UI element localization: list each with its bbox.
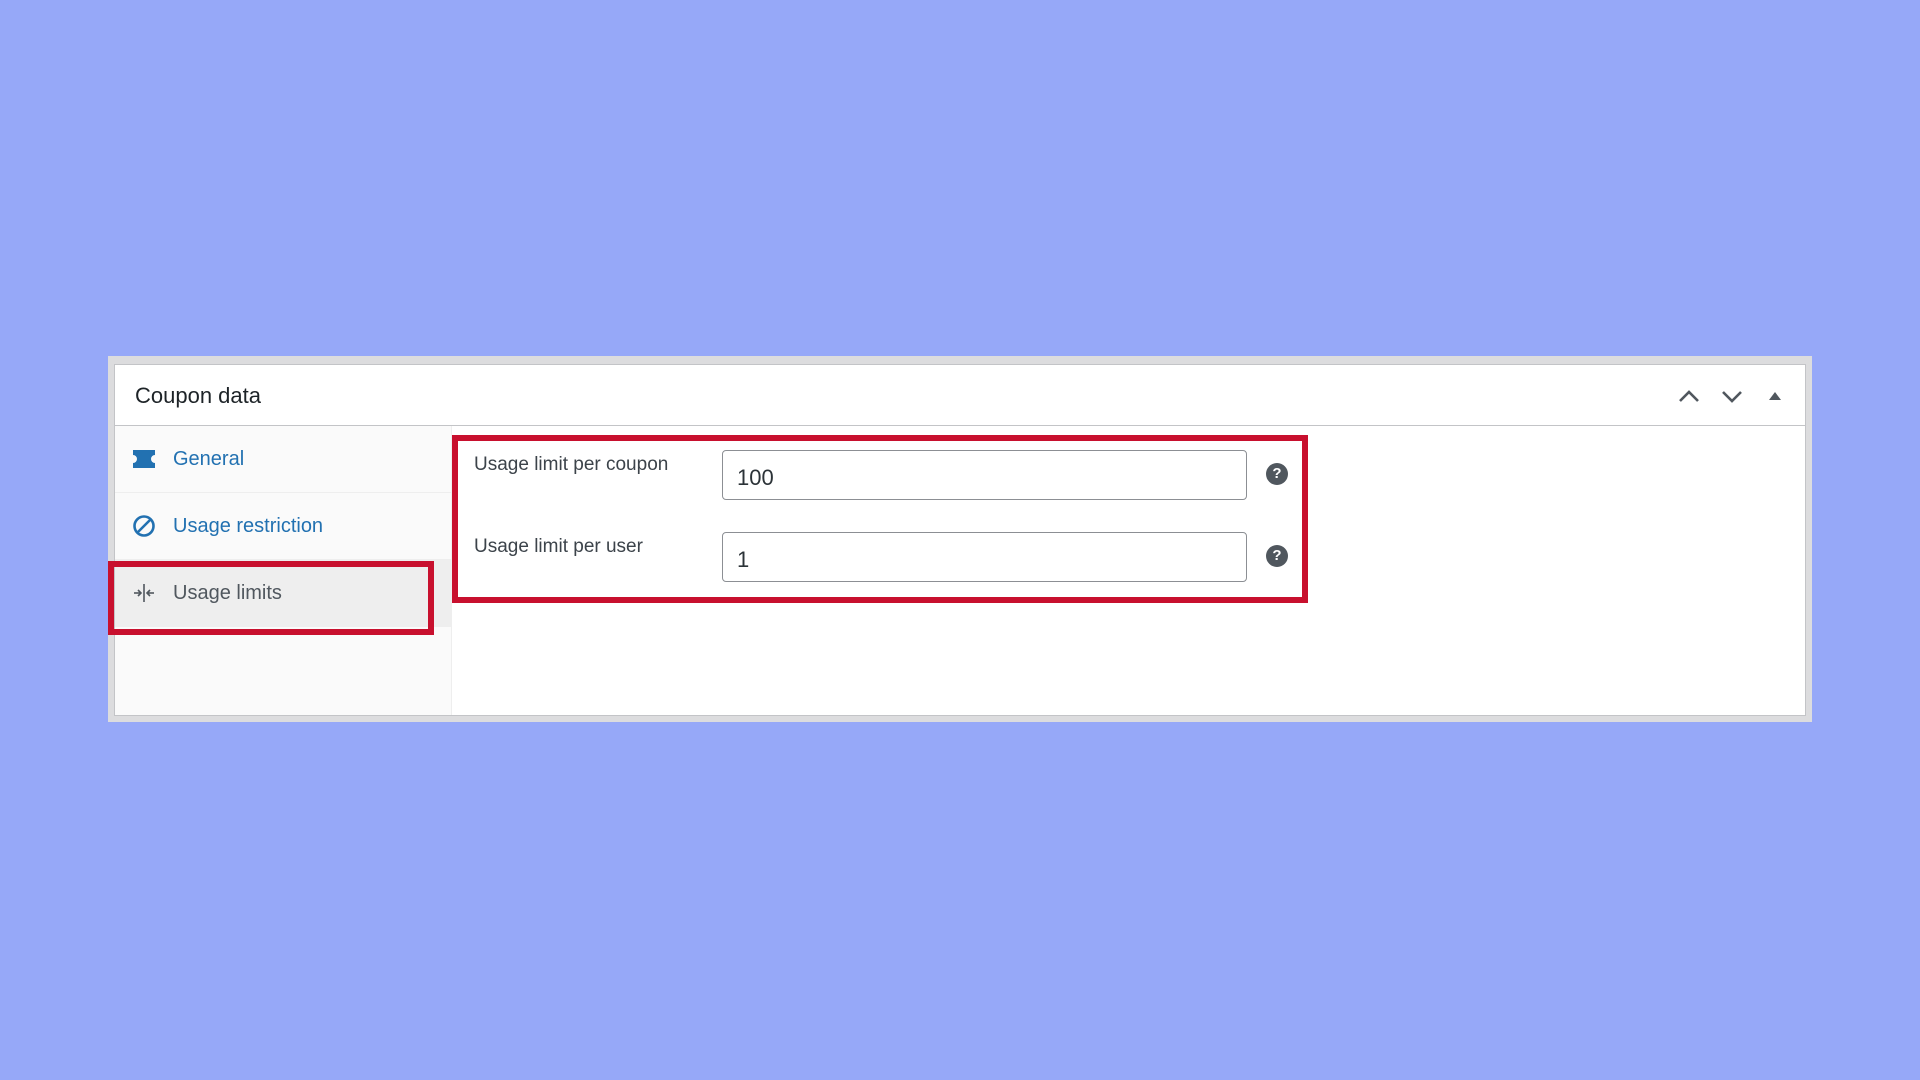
usage-limit-per-coupon-row: Usage limit per coupon 100 ? [452,450,1292,500]
usage-limit-per-coupon-label: Usage limit per coupon [474,454,669,475]
toggle-panel-button[interactable] [1755,376,1795,416]
move-up-button[interactable] [1669,376,1709,416]
triangle-up-icon [1769,391,1781,400]
chevron-down-icon [1722,390,1742,403]
tab-usage-limits[interactable]: Usage limits [115,560,451,627]
help-icon[interactable]: ? [1266,545,1288,567]
tab-usage-limits-label: Usage limits [173,581,282,604]
usage-limit-per-user-row: Usage limit per user 1 ? [452,532,1292,582]
tab-usage-restriction[interactable]: Usage restriction [115,493,451,560]
usage-limit-per-user-input[interactable]: 1 [722,532,1247,582]
no-entry-icon [131,513,157,539]
arrows-in-icon [131,580,157,606]
panel-title: Coupon data [135,383,261,408]
panel-header: Coupon data [115,365,1805,426]
tab-general[interactable]: General [115,426,451,493]
usage-limit-per-coupon-input[interactable]: 100 [722,450,1247,500]
usage-limit-per-user-label: Usage limit per user [474,536,643,557]
tab-usage-restriction-label: Usage restriction [173,514,324,537]
help-icon[interactable]: ? [1266,463,1288,485]
move-down-button[interactable] [1712,376,1752,416]
chevron-up-icon [1679,389,1699,402]
ticket-icon [131,446,157,472]
tab-general-label: General [173,447,245,470]
header-controls [1666,365,1795,426]
coupon-tabs-sidebar: General Usage restriction Usage limits [115,426,452,715]
